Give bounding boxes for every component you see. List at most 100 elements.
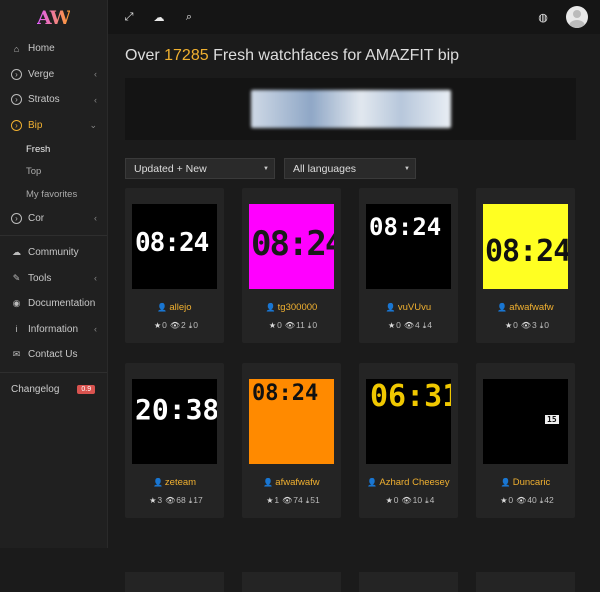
card-stats: ★1 👁74 ⤓51	[242, 495, 341, 506]
select-value: All languages	[293, 162, 357, 175]
watchface-card[interactable]	[476, 572, 575, 592]
watchface-card[interactable]: 08:24 👤 afwafwafw ★1 👁74 ⤓51	[242, 363, 341, 518]
language-select[interactable]: All languages ▼	[284, 158, 416, 179]
watchface-card[interactable]	[125, 572, 224, 592]
card-stats: ★3 👁68 ⤓17	[125, 495, 224, 506]
user-icon: 👤	[500, 478, 511, 487]
sidebar-item-information[interactable]: i Information ‹	[0, 317, 107, 343]
author-link[interactable]: 👤 tg300000	[242, 302, 341, 313]
ad-banner[interactable]	[125, 78, 576, 140]
page-title: Over 17285 Fresh watchfaces for AMAZFIT …	[125, 47, 459, 65]
topbar: ⤢ ☁ ⌕ ◍	[108, 0, 600, 34]
sidebar-item-changelog[interactable]: Changelog 0.9	[0, 377, 107, 403]
circle-chevron-icon: ›	[11, 119, 22, 131]
cloud-download-icon[interactable]: ☁	[144, 11, 174, 24]
ad-image[interactable]	[250, 90, 451, 128]
watchface-card[interactable]: 08:24 👤tg300000 ★0👁11⤓0	[242, 188, 341, 343]
downloads-count: 4	[429, 495, 435, 505]
card-stats: ★0 👁11 ⤓0	[242, 320, 341, 331]
wrench-icon: ✎	[12, 272, 21, 283]
sidebar-divider	[0, 235, 107, 236]
downloads-count: 0	[193, 320, 199, 330]
watchface-thumbnail[interactable]: 08:24	[483, 204, 568, 289]
watchface-thumbnail[interactable]: 08:24	[249, 379, 334, 464]
watchface-card[interactable]: 06:31 👤Azhard Cheesey ★0👁10⤓4	[359, 363, 458, 518]
author-link[interactable]: 👤 zeteam	[125, 477, 224, 488]
user-icon: 👤	[497, 303, 508, 312]
views-count: 2	[181, 320, 186, 330]
watchface-card[interactable]: 20:38 👤 zeteam ★3 👁68 ⤓17	[125, 363, 224, 518]
watchface-thumbnail[interactable]: 08:24	[132, 204, 217, 289]
stars-count: 0	[162, 320, 167, 330]
sidebar-item-home[interactable]: ⌂ Home	[0, 36, 107, 62]
avatar[interactable]	[566, 6, 588, 28]
chevron-left-icon: ‹	[94, 213, 97, 224]
logo-text: AW	[36, 7, 71, 29]
author-link[interactable]: 👤 afwafwafw	[242, 477, 341, 488]
watchface-time: 08:24	[135, 228, 209, 258]
sidebar-item-community[interactable]: ☁ Community	[0, 240, 107, 266]
version-badge: 0.9	[77, 385, 96, 394]
downloads-count: 0	[544, 320, 550, 330]
watchface-thumbnail[interactable]: 15	[483, 379, 568, 464]
sidebar-item-tools[interactable]: ✎ Tools ‹	[0, 266, 107, 292]
watchface-thumbnail[interactable]: 06:31	[366, 379, 451, 464]
star-icon: ★	[500, 496, 508, 505]
sidebar-item-stratos[interactable]: › Stratos ‹	[0, 87, 107, 113]
download-icon: ⤓	[305, 496, 310, 505]
sidebar-subitem-fresh[interactable]: Fresh	[0, 138, 107, 161]
watchface-thumbnail[interactable]: 20:38	[132, 379, 217, 464]
downloads-count: 4	[427, 320, 433, 330]
download-icon: ⤓	[307, 321, 312, 330]
author-link[interactable]: 👤 allejo	[125, 302, 224, 313]
sidebar-item-label: Tools	[28, 272, 52, 284]
sidebar-subitem-my-favorites[interactable]: My favorites	[0, 183, 107, 206]
sort-select[interactable]: Updated + New ▼	[125, 158, 275, 179]
sidebar-item-verge[interactable]: › Verge ‹	[0, 62, 107, 88]
download-icon: ⤓	[539, 496, 544, 505]
eye-icon: 👁	[169, 321, 181, 330]
author-name: Duncaric	[512, 477, 551, 488]
sidebar-item-label: Verge	[28, 68, 55, 80]
watchface-time: 15	[545, 415, 559, 424]
sidebar-item-cor[interactable]: › Cor ‹	[0, 206, 107, 232]
sidebar: AW ⌂ Home › Verge ‹ › Stratos ‹ › Bip ⌄ Fresh Top My…	[0, 0, 108, 548]
star-icon: ★	[387, 321, 396, 330]
views-count: 40	[527, 495, 537, 505]
watchface-card[interactable]: 15 👤 Duncaric ★0 👁40 ⤓42	[476, 363, 575, 518]
stars-count: 0	[513, 320, 518, 330]
watchface-card[interactable]: 08:24 👤 afwafwafw ★0 👁3 ⤓0	[476, 188, 575, 343]
logo[interactable]: AW	[0, 0, 107, 36]
search-icon[interactable]: ⌕	[174, 11, 204, 24]
watchface-time: 06:31	[370, 379, 451, 414]
chevron-down-icon: ⌄	[89, 119, 97, 130]
author-link[interactable]: 👤 vuVUvu	[359, 302, 458, 313]
circle-chevron-icon: ›	[11, 212, 22, 224]
language-globe-icon[interactable]: ◍	[528, 11, 558, 24]
downloads-count: 17	[193, 495, 203, 505]
title-prefix: Over	[125, 47, 165, 64]
sidebar-subitem-top[interactable]: Top	[0, 161, 107, 184]
sidebar-item-documentation[interactable]: ◉ Documentation	[0, 291, 107, 317]
circle-chevron-icon: ›	[11, 68, 22, 80]
watchface-thumbnail[interactable]: 08:24	[249, 204, 334, 289]
watchface-thumbnail[interactable]: 08:24	[366, 204, 451, 289]
watchface-card[interactable]	[242, 572, 341, 592]
home-icon: ⌂	[13, 43, 20, 54]
sidebar-item-bip[interactable]: › Bip ⌄	[0, 113, 107, 139]
star-icon: ★	[268, 321, 277, 330]
author-link[interactable]: 👤 afwafwafw	[476, 302, 575, 313]
watchface-card[interactable]	[359, 572, 458, 592]
star-icon: ★	[153, 321, 162, 330]
sidebar-item-contact-us[interactable]: ✉ Contact Us	[0, 342, 107, 368]
changelog-label: Changelog	[11, 384, 60, 395]
star-icon: ★	[504, 321, 513, 330]
info-icon: i	[15, 324, 18, 335]
author-link[interactable]: 👤 Duncaric	[476, 477, 575, 488]
watchface-card[interactable]: 08:24 👤 allejo ★0 👁2 ⤓0	[125, 188, 224, 343]
sidebar-item-label: Contact Us	[28, 349, 78, 361]
expand-icon[interactable]: ⤢	[114, 11, 144, 24]
downloads-count: 42	[544, 495, 554, 505]
watchface-card[interactable]: 08:24 👤 vuVUvu ★0 👁4 ⤓4	[359, 188, 458, 343]
author-link[interactable]: 👤 Azhard Cheesey	[359, 477, 458, 488]
